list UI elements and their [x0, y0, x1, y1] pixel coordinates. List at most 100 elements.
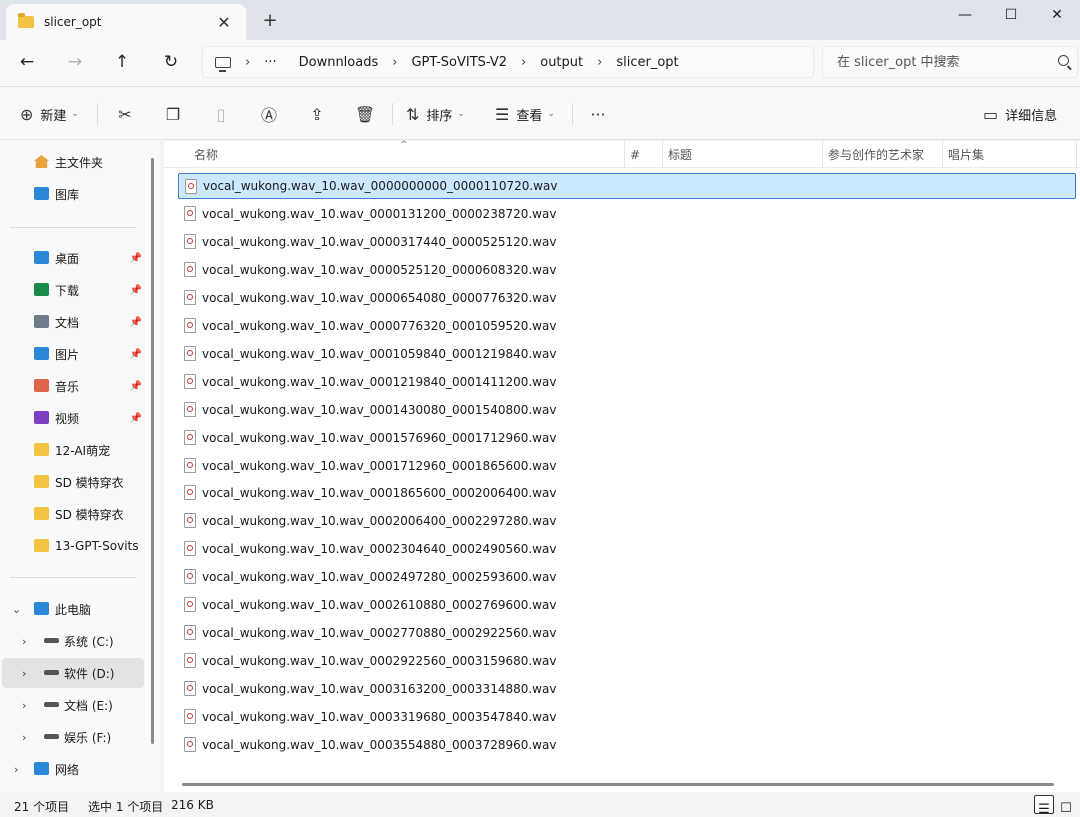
details-button[interactable]: ▭ 详细信息 — [983, 100, 1057, 128]
sidebar-item-gallery[interactable]: 图库 — [2, 179, 144, 209]
file-row[interactable]: vocal_wukong.wav_10.wav_0001712960_00018… — [178, 453, 1076, 479]
tab-slicer-opt[interactable]: slicer_opt ✕ — [6, 4, 246, 40]
sidebar-item-drive[interactable]: › 文档 (E:) — [2, 690, 144, 720]
details-view-button[interactable]: ☰ — [1034, 795, 1054, 817]
address-bar[interactable]: › ··· Downnloads › GPT-SoVITS-V2 › outpu… — [202, 46, 814, 78]
sidebar-item-pinned[interactable]: 12-AI萌宠 — [2, 435, 144, 465]
chevron-right-icon[interactable]: › — [22, 667, 26, 680]
file-row[interactable]: vocal_wukong.wav_10.wav_0002922560_00031… — [178, 648, 1076, 674]
forward-button[interactable]: → — [61, 50, 89, 74]
file-row[interactable]: vocal_wukong.wav_10.wav_0000317440_00005… — [178, 229, 1076, 255]
more-options-button[interactable]: ··· — [583, 100, 613, 128]
sidebar-item-pinned[interactable]: 文档 📌 — [2, 307, 144, 337]
column-artists[interactable]: 参与创作的艺术家 — [822, 141, 942, 168]
view-button[interactable]: ☰ 查看 ⌄ — [495, 100, 555, 128]
file-row[interactable]: vocal_wukong.wav_10.wav_0000525120_00006… — [178, 257, 1076, 283]
file-row[interactable]: vocal_wukong.wav_10.wav_0001576960_00017… — [178, 425, 1076, 451]
file-name: vocal_wukong.wav_10.wav_0001712960_00018… — [202, 458, 557, 473]
sidebar-item-home[interactable]: 主文件夹 — [2, 147, 144, 177]
column-divider[interactable] — [1076, 141, 1077, 168]
chevron-right-icon[interactable]: › — [22, 635, 26, 648]
sidebar-item-pinned[interactable]: SD 模特穿衣 — [2, 499, 144, 529]
breadcrumb-slicer-opt[interactable]: slicer_opt — [614, 55, 680, 70]
sidebar-item-network[interactable]: › 网络 — [2, 754, 144, 784]
sidebar-item-pinned[interactable]: 视频 📌 — [2, 403, 144, 433]
file-row[interactable]: vocal_wukong.wav_10.wav_0000776320_00010… — [178, 313, 1076, 339]
drive-icon — [44, 702, 59, 707]
rename-button[interactable]: Ⓐ — [254, 100, 284, 128]
sidebar-item-label: 网络 — [55, 762, 80, 777]
pin-icon[interactable]: 📌 — [130, 285, 142, 296]
chevron-right-icon[interactable]: › — [22, 731, 26, 744]
file-row[interactable]: vocal_wukong.wav_10.wav_0003319680_00035… — [178, 704, 1076, 730]
new-button[interactable]: ⊕ 新建 ⌄ — [20, 100, 79, 128]
cut-button[interactable]: ✂ — [110, 100, 140, 128]
back-button[interactable]: ← — [13, 50, 41, 74]
sidebar-scrollbar[interactable] — [151, 158, 154, 744]
sidebar-item-pinned[interactable]: 桌面 📌 — [2, 243, 144, 273]
copy-button[interactable]: ❐ — [158, 100, 188, 128]
file-row[interactable]: vocal_wukong.wav_10.wav_0001865600_00020… — [178, 480, 1076, 506]
close-tab-icon[interactable]: ✕ — [214, 13, 234, 32]
file-row[interactable]: vocal_wukong.wav_10.wav_0001059840_00012… — [178, 341, 1076, 367]
details-label: 详细信息 — [1005, 108, 1058, 124]
file-row[interactable]: vocal_wukong.wav_10.wav_0001430080_00015… — [178, 397, 1076, 423]
pin-icon[interactable]: 📌 — [130, 317, 142, 328]
delete-button[interactable]: 🗑 — [350, 100, 380, 128]
sidebar-item-label: 视频 — [55, 411, 80, 426]
search-input[interactable] — [837, 54, 1052, 70]
file-row[interactable]: vocal_wukong.wav_10.wav_0002610880_00027… — [178, 592, 1076, 618]
audio-file-icon — [184, 373, 196, 389]
file-name: vocal_wukong.wav_10.wav_0000776320_00010… — [202, 318, 557, 333]
column-name[interactable]: 名称 — [188, 141, 620, 168]
breadcrumb-gpt-sovits[interactable]: GPT-SoVITS-V2 — [409, 55, 509, 70]
pin-icon[interactable]: 📌 — [130, 381, 142, 392]
sidebar-item-pinned[interactable]: 13-GPT-Sovits — [2, 531, 144, 561]
file-row[interactable]: vocal_wukong.wav_10.wav_0002497280_00025… — [178, 564, 1076, 590]
sidebar-item-pinned[interactable]: 图片 📌 — [2, 339, 144, 369]
file-row[interactable]: vocal_wukong.wav_10.wav_0002006400_00022… — [178, 508, 1076, 534]
sidebar-item-drive[interactable]: › 软件 (D:) — [2, 658, 144, 688]
sidebar-item-this-pc[interactable]: ⌄ 此电脑 — [2, 594, 144, 624]
file-row[interactable]: vocal_wukong.wav_10.wav_0000000000_00001… — [178, 173, 1076, 199]
pin-icon[interactable]: 📌 — [130, 349, 142, 360]
file-row[interactable]: vocal_wukong.wav_10.wav_0000131200_00002… — [178, 201, 1076, 227]
minimize-button[interactable]: — — [942, 0, 988, 30]
close-window-button[interactable]: ✕ — [1034, 0, 1080, 30]
new-tab-button[interactable]: + — [258, 10, 282, 31]
file-row[interactable]: vocal_wukong.wav_10.wav_0001219840_00014… — [178, 369, 1076, 395]
tiles-view-button[interactable]: ☐ — [1056, 795, 1076, 816]
sort-button[interactable]: ⇅ 排序 ⌄ — [406, 100, 465, 128]
sidebar-item-drive[interactable]: › 娱乐 (F:) — [2, 722, 144, 752]
file-row[interactable]: vocal_wukong.wav_10.wav_0003163200_00033… — [178, 676, 1076, 702]
chevron-right-icon[interactable]: › — [14, 763, 18, 776]
sidebar-item-drive[interactable]: › 系统 (C:) — [2, 626, 144, 656]
file-row[interactable]: vocal_wukong.wav_10.wav_0000654080_00007… — [178, 285, 1076, 311]
breadcrumb-output[interactable]: output — [538, 55, 585, 70]
file-row[interactable]: vocal_wukong.wav_10.wav_0002770880_00029… — [178, 620, 1076, 646]
search-box[interactable] — [822, 46, 1078, 78]
chevron-down-icon[interactable]: ⌄ — [12, 603, 21, 616]
chevron-right-icon[interactable]: › — [22, 699, 26, 712]
paste-button[interactable]: ▯ — [206, 100, 236, 128]
plus-circle-icon: ⊕ — [20, 104, 34, 124]
sidebar-item-pinned[interactable]: 音乐 📌 — [2, 371, 144, 401]
maximize-button[interactable]: ☐ — [988, 0, 1034, 30]
chevron-down-icon: ⌄ — [457, 109, 465, 119]
column-album[interactable]: 唱片集 — [942, 141, 1076, 168]
breadcrumb-downloads[interactable]: Downnloads — [297, 55, 381, 70]
column-title[interactable]: 标题 — [662, 141, 822, 168]
up-button[interactable]: ↑ — [108, 50, 136, 74]
file-row[interactable]: vocal_wukong.wav_10.wav_0003554880_00037… — [178, 732, 1076, 758]
column-number[interactable]: # — [624, 141, 662, 168]
refresh-button[interactable]: ↻ — [157, 50, 185, 74]
breadcrumb-overflow[interactable]: ··· — [262, 55, 278, 70]
horizontal-scrollbar[interactable] — [182, 783, 1054, 786]
sidebar-item-pinned[interactable]: SD 模特穿衣 — [2, 467, 144, 497]
sidebar-item-pinned[interactable]: 下载 📌 — [2, 275, 144, 305]
pin-icon[interactable]: 📌 — [130, 413, 142, 424]
pin-icon[interactable]: 📌 — [130, 253, 142, 264]
share-button[interactable]: ⇪ — [302, 100, 332, 128]
audio-file-icon — [185, 179, 197, 194]
file-row[interactable]: vocal_wukong.wav_10.wav_0002304640_00024… — [178, 536, 1076, 562]
